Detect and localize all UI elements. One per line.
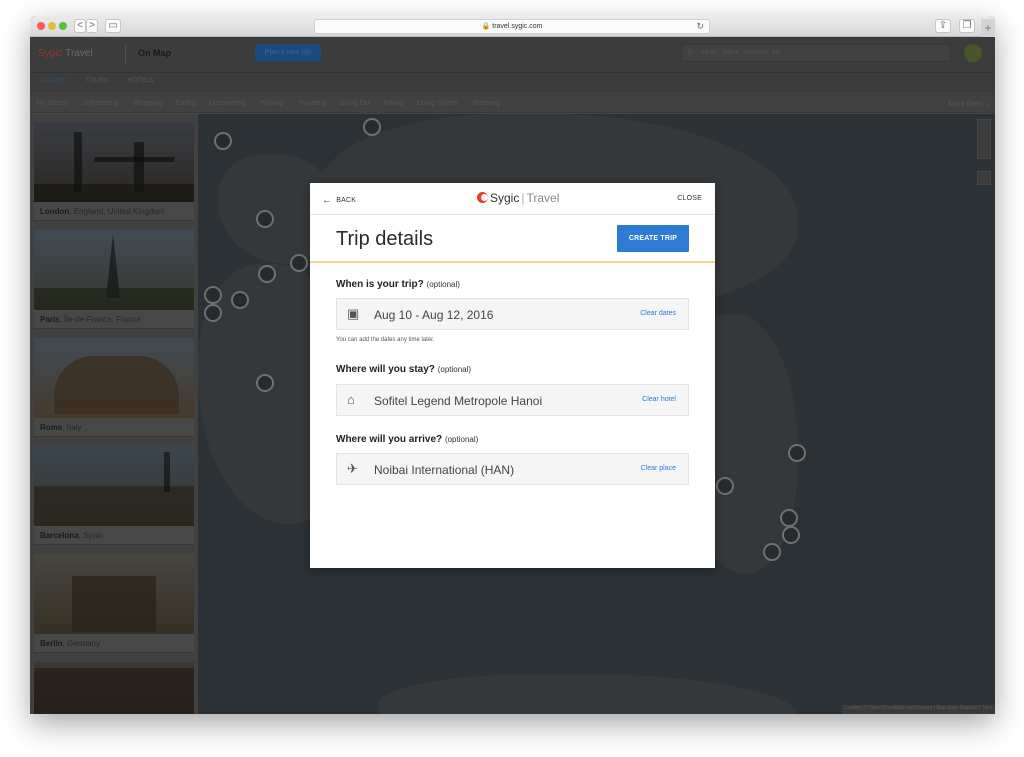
trip-dates-question: When is your trip? (optional)	[336, 279, 460, 290]
hotel-value: Sofitel Legend Metropole Hanoi	[374, 394, 543, 408]
calendar-icon: ▣	[347, 306, 360, 321]
create-trip-button[interactable]: CREATE TRIP	[617, 225, 689, 252]
arrival-value: Noibai International (HAN)	[374, 463, 515, 477]
clear-place-link[interactable]: Clear place	[641, 465, 676, 472]
hotel-field[interactable]: ⌂ Sofitel Legend Metropole Hanoi Clear h…	[336, 384, 689, 416]
lock-icon: 🔒	[481, 23, 491, 30]
airplane-icon: ✈	[347, 461, 358, 476]
back-nav-button[interactable]: <	[74, 19, 86, 33]
trip-dates-value: Aug 10 - Aug 12, 2016	[374, 308, 494, 322]
trip-details-modal: ← BACK Sygic | Travel CLOSE Trip details CR…	[310, 183, 715, 568]
back-button[interactable]: ← BACK	[322, 194, 356, 206]
trip-dates-field[interactable]: ▣ Aug 10 - Aug 12, 2016 Clear dates	[336, 298, 689, 330]
stay-question: Where will you stay? (optional)	[336, 364, 472, 375]
reload-icon[interactable]: ↻	[696, 20, 704, 33]
page-title: Trip details	[336, 228, 434, 250]
sidebar-toggle-icon[interactable]: ▭	[105, 19, 121, 33]
close-window-button[interactable]	[37, 22, 45, 30]
dates-hint: You can add the dates any time later.	[336, 337, 435, 343]
new-tab-icon[interactable]: +	[981, 19, 995, 37]
arrow-left-icon: ←	[322, 195, 333, 206]
arrival-question: Where will you arrive? (optional)	[336, 434, 479, 445]
section-divider	[310, 261, 715, 263]
bed-icon: ⌂	[347, 392, 355, 407]
share-icon[interactable]: ⇪	[935, 19, 951, 33]
address-bar[interactable]: 🔒 travel.sygic.com ↻	[314, 19, 710, 34]
sygic-logo-icon	[477, 192, 488, 203]
tabs-overview-icon[interactable]: ❐	[959, 19, 975, 33]
minimize-window-button[interactable]	[48, 22, 56, 30]
clear-dates-link[interactable]: Clear dates	[640, 310, 676, 317]
url-text: travel.sygic.com	[492, 23, 543, 30]
clear-hotel-link[interactable]: Clear hotel	[642, 396, 676, 403]
close-button[interactable]: CLOSE	[677, 195, 702, 202]
forward-nav-button[interactable]: >	[86, 19, 98, 33]
sygic-travel-logo: Sygic | Travel	[477, 191, 559, 205]
browser-titlebar: < > ▭ 🔒 travel.sygic.com ↻ ⇪ ❐ +	[30, 16, 995, 37]
arrival-field[interactable]: ✈ Noibai International (HAN) Clear place	[336, 453, 689, 485]
zoom-window-button[interactable]	[59, 22, 67, 30]
modal-header: ← BACK Sygic | Travel CLOSE	[310, 183, 715, 215]
browser-window: < > ▭ 🔒 travel.sygic.com ↻ ⇪ ❐ + Sygic Tr…	[30, 16, 995, 714]
